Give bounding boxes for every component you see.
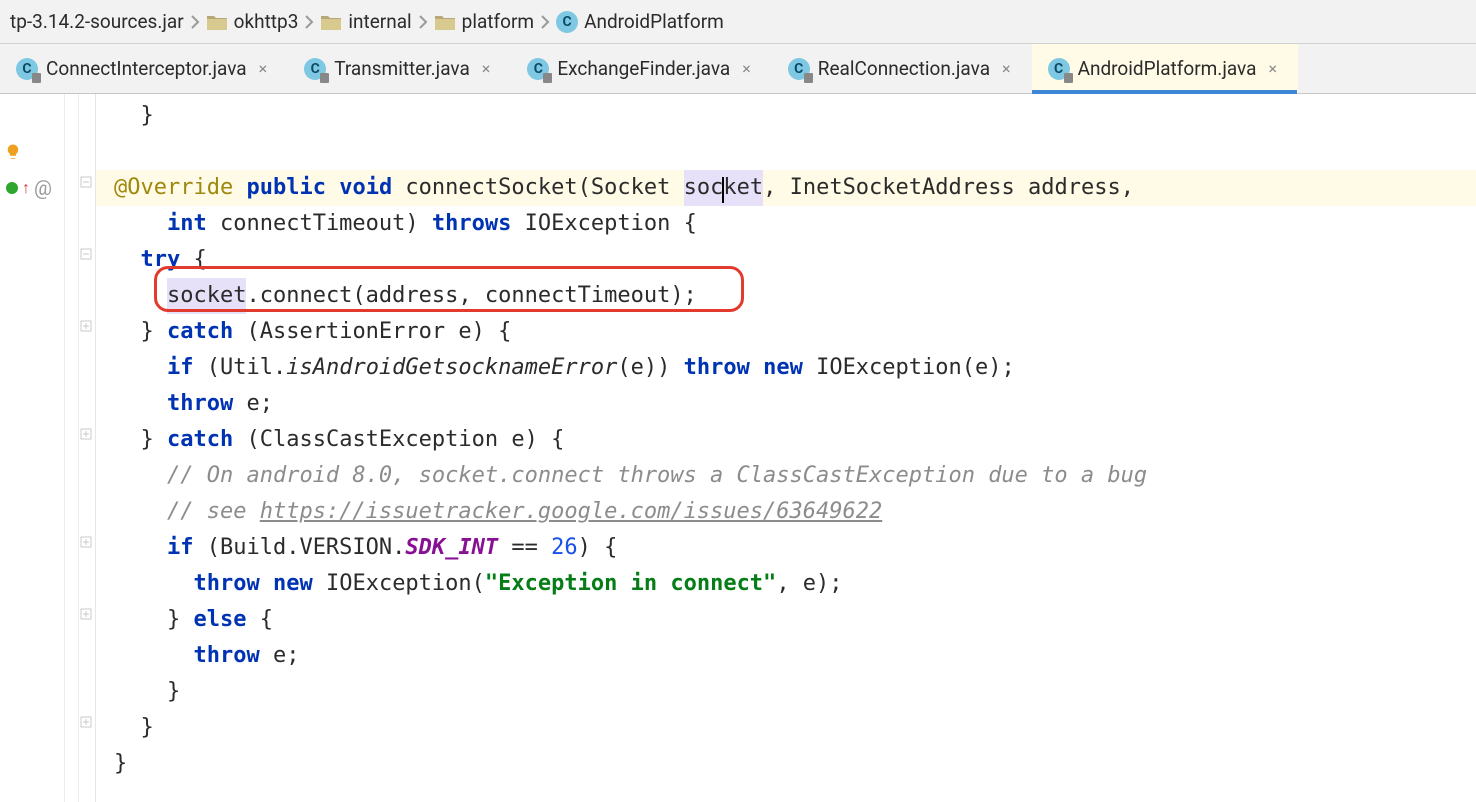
code-line: throw e; — [114, 386, 1476, 422]
code-line: } — [114, 98, 1476, 134]
intention-bulb[interactable] — [0, 134, 95, 170]
close-icon[interactable]: × — [738, 57, 755, 80]
class-icon: C — [1048, 58, 1070, 80]
code-line: socket.connect(address, connectTimeout); — [114, 278, 1476, 314]
text-caret — [722, 177, 724, 203]
editor-tab[interactable]: C RealConnection.java × — [772, 44, 1032, 93]
code-line: try { — [114, 242, 1476, 278]
close-icon[interactable]: × — [478, 57, 495, 80]
editor-tab[interactable]: C ExchangeFinder.java × — [511, 44, 771, 93]
code-line: // On android 8.0, socket.connect throws… — [114, 458, 1476, 494]
class-icon: C — [304, 58, 326, 80]
annotation-icon: @ — [34, 176, 52, 200]
breadcrumb-label: platform — [462, 10, 534, 33]
fold-icon[interactable] — [80, 428, 92, 440]
editor-tab[interactable]: C Transmitter.java × — [288, 44, 511, 93]
code-line: int connectTimeout) throws IOException { — [114, 206, 1476, 242]
editor-tab[interactable]: C ConnectInterceptor.java × — [0, 44, 288, 93]
class-icon: C — [16, 58, 38, 80]
breadcrumb-label: okhttp3 — [234, 10, 299, 33]
folder-icon — [434, 13, 456, 31]
fold-icon[interactable] — [80, 320, 92, 332]
code-line: } — [114, 674, 1476, 710]
breadcrumb-label: internal — [348, 10, 411, 33]
fold-icon[interactable] — [80, 176, 92, 188]
tab-label: ConnectInterceptor.java — [46, 57, 247, 80]
fold-icon[interactable] — [80, 608, 92, 620]
chevron-right-icon — [304, 14, 314, 30]
breadcrumb-item[interactable]: C AndroidPlatform — [552, 10, 728, 33]
up-arrow-icon: ↑ — [22, 178, 30, 198]
tab-label: AndroidPlatform.java — [1078, 57, 1257, 80]
code-line: throw new IOException("Exception in conn… — [114, 566, 1476, 602]
code-line: } else { — [114, 602, 1476, 638]
override-icon — [6, 182, 18, 194]
code-line: if (Build.VERSION.SDK_INT == 26) { — [114, 530, 1476, 566]
close-icon[interactable]: × — [1264, 57, 1281, 80]
folder-icon — [320, 13, 342, 31]
breadcrumb-label: AndroidPlatform — [584, 10, 724, 33]
breadcrumb-label: tp-3.14.2-sources.jar — [10, 10, 184, 33]
class-icon: C — [527, 58, 549, 80]
code-line: } — [114, 710, 1476, 746]
breadcrumb-item[interactable]: internal — [316, 10, 415, 33]
tab-label: RealConnection.java — [818, 57, 990, 80]
gutter: ↑ @ — [0, 94, 96, 802]
code-line: if (Util.isAndroidGetsocknameError(e)) t… — [114, 350, 1476, 386]
editor-tabs: C ConnectInterceptor.java × C Transmitter.ja… — [0, 44, 1476, 94]
code-line: } catch (ClassCastException e) { — [114, 422, 1476, 458]
breadcrumb-item[interactable]: tp-3.14.2-sources.jar — [6, 10, 188, 33]
code-line: } — [114, 746, 1476, 782]
close-icon[interactable]: × — [255, 57, 272, 80]
editor: ↑ @ } @Override public void connectSocke… — [0, 94, 1476, 802]
code-line: throw e; — [114, 638, 1476, 674]
folder-icon — [206, 13, 228, 31]
class-icon: C — [788, 58, 810, 80]
fold-icon[interactable] — [80, 716, 92, 728]
breadcrumb-item[interactable]: okhttp3 — [202, 10, 303, 33]
code-line: } catch (AssertionError e) { — [114, 314, 1476, 350]
tab-label: ExchangeFinder.java — [557, 57, 730, 80]
code-line — [114, 134, 1476, 170]
chevron-right-icon — [418, 14, 428, 30]
editor-tab[interactable]: C AndroidPlatform.java × — [1032, 44, 1298, 93]
chevron-right-icon — [540, 14, 550, 30]
lightbulb-icon — [4, 143, 22, 161]
breadcrumb-item[interactable]: platform — [430, 10, 538, 33]
fold-icon[interactable] — [80, 536, 92, 548]
class-icon: C — [556, 11, 578, 33]
code-line: // see https://issuetracker.google.com/i… — [114, 494, 1476, 530]
fold-icon[interactable] — [80, 248, 92, 260]
code-area[interactable]: } @Override public void connectSocket(So… — [96, 94, 1476, 802]
code-line: @Override public void connectSocket(Sock… — [96, 170, 1476, 206]
tab-label: Transmitter.java — [334, 57, 470, 80]
breadcrumb: tp-3.14.2-sources.jar okhttp3 internal plat… — [0, 0, 1476, 44]
close-icon[interactable]: × — [998, 57, 1015, 80]
chevron-right-icon — [190, 14, 200, 30]
